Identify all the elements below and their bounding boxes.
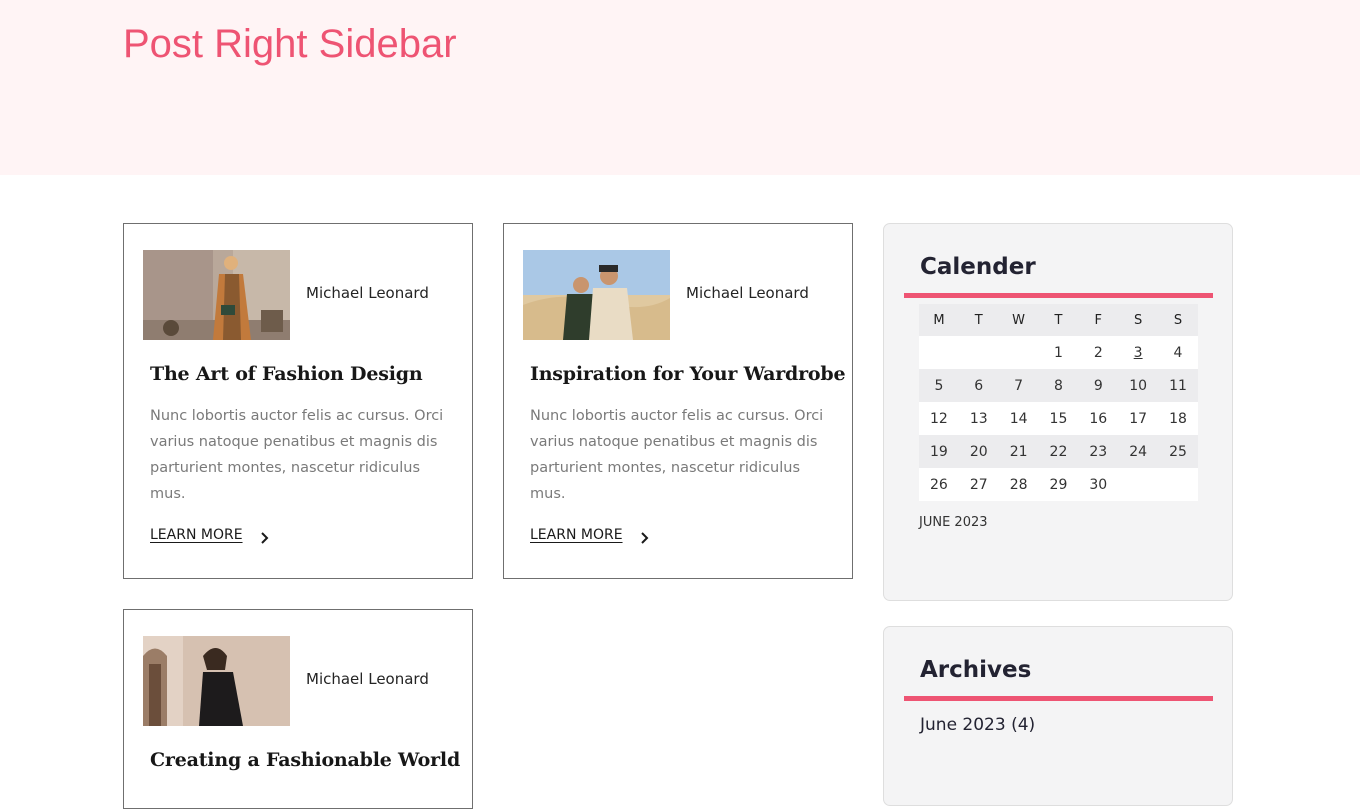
calendar-day: 7 [998,369,1039,402]
calendar-table: M T W T F S S 1 2 3 4 5 6 7 8 9 10 11 12 [919,304,1198,501]
post-excerpt: Nunc lobortis auctor felis ac cursus. Or… [150,408,444,502]
post-title[interactable]: The Art of Fashion Design [150,363,460,385]
calendar-day: 25 [1158,435,1198,468]
calendar-day: 17 [1118,402,1159,435]
calendar-day-link[interactable]: 3 [1118,336,1159,369]
calendar-day: 12 [919,402,959,435]
calendar-day: 10 [1118,369,1159,402]
calendar-day: 2 [1078,336,1119,369]
calendar-day [1158,468,1198,501]
calendar-day: 29 [1038,468,1079,501]
woman-in-doorway-photo [143,636,290,726]
post-author[interactable]: Michael Leonard [686,284,809,302]
weekday-header: T [1038,304,1079,336]
weekday-header: M [919,304,959,336]
post-title[interactable]: Creating a Fashionable World [150,749,460,771]
calendar-week-row: 5 6 7 8 9 10 11 [919,369,1198,402]
calendar-day [958,336,999,369]
calendar-day: 8 [1038,369,1079,402]
calendar-week-row: 1 2 3 4 [919,336,1198,369]
post-author[interactable]: Michael Leonard [306,670,429,688]
page-title: Post Right Sidebar [123,22,457,66]
calendar-day: 13 [958,402,999,435]
calendar-day: 5 [919,369,959,402]
calendar-day: 4 [1158,336,1198,369]
calendar-day: 26 [919,468,959,501]
calendar-day: 28 [998,468,1039,501]
learn-more-link[interactable]: LEARN MORE [150,527,243,543]
woman-in-tan-blazer-photo [143,250,290,340]
calendar-day: 21 [998,435,1039,468]
page-header: Post Right Sidebar [0,0,1360,175]
post-title[interactable]: Inspiration for Your Wardrobe [530,363,846,385]
widget-title: Archives [920,657,1032,683]
weekday-header: T [958,304,999,336]
widget-title-underline [904,293,1213,298]
post-card: Michael Leonard Inspiration for Your War… [503,223,853,579]
calendar-caption: JUNE 2023 [919,515,988,530]
widget-title-underline [904,696,1213,701]
calendar-week-row: 19 20 21 22 23 24 25 [919,435,1198,468]
post-thumbnail[interactable] [523,250,670,340]
calendar-weekday-row: M T W T F S S [919,304,1198,336]
weekday-header: S [1118,304,1159,336]
post-card: Michael Leonard Creating a Fashionable W… [123,609,473,809]
calendar-day: 9 [1078,369,1119,402]
post-author[interactable]: Michael Leonard [306,284,429,302]
weekday-header: F [1078,304,1119,336]
weekday-header: W [998,304,1039,336]
calendar-day: 6 [958,369,999,402]
calendar-day: 14 [998,402,1039,435]
calendar-day: 15 [1038,402,1079,435]
calendar-day: 16 [1078,402,1119,435]
calendar-day: 19 [919,435,959,468]
calendar-week-row: 12 13 14 15 16 17 18 [919,402,1198,435]
calendar-day [998,336,1039,369]
chevron-right-icon[interactable] [260,531,270,545]
calendar-day: 30 [1078,468,1119,501]
calendar-day [1118,468,1159,501]
calendar-day: 23 [1078,435,1119,468]
calendar-widget: Calender M T W T F S S 1 2 3 4 5 6 7 8 9… [883,223,1233,601]
calendar-day: 18 [1158,402,1198,435]
calendar-day: 1 [1038,336,1079,369]
learn-more-link[interactable]: LEARN MORE [530,527,623,543]
chevron-right-icon[interactable] [640,531,650,545]
weekday-header: S [1158,304,1198,336]
post-thumbnail[interactable] [143,250,290,340]
post-card: Michael Leonard The Art of Fashion Desig… [123,223,473,579]
calendar-week-row: 26 27 28 29 30 [919,468,1198,501]
archive-link[interactable]: June 2023 (4) [920,715,1035,735]
couple-in-desert-photo [523,250,670,340]
post-excerpt: Nunc lobortis auctor felis ac cursus. Or… [530,408,824,502]
widget-title: Calender [920,254,1036,280]
calendar-day: 27 [958,468,999,501]
calendar-day: 11 [1158,369,1198,402]
archives-widget: Archives June 2023 (4) [883,626,1233,806]
calendar-day: 24 [1118,435,1159,468]
calendar-day [919,336,959,369]
post-thumbnail[interactable] [143,636,290,726]
calendar-day: 20 [958,435,999,468]
calendar-day: 22 [1038,435,1079,468]
